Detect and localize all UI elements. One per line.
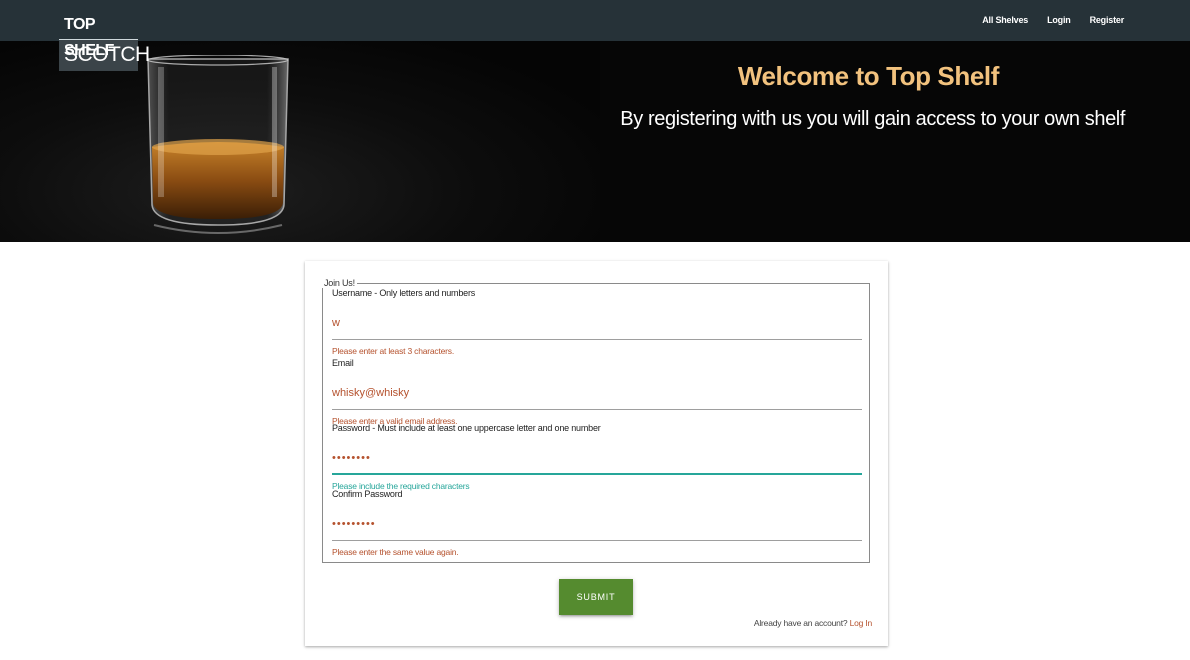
whisky-glass-image xyxy=(147,55,289,234)
registration-fieldset: Join Us! Username - Only letters and num… xyxy=(322,278,870,563)
brand-logo[interactable]: TOP SHELF SCOTCH xyxy=(59,12,150,71)
form-legend: Join Us! xyxy=(324,278,355,288)
nav-link-all-shelves[interactable]: All Shelves xyxy=(982,15,1028,25)
username-label: Username - Only letters and numbers xyxy=(332,288,476,298)
nav-link-register[interactable]: Register xyxy=(1090,15,1125,25)
username-input[interactable] xyxy=(332,307,862,340)
submit-button[interactable]: Submit xyxy=(559,579,633,615)
already-have-account: Already have an account? Log In xyxy=(754,618,872,628)
confirm-password-input[interactable] xyxy=(332,507,862,541)
registration-card: Join Us! Username - Only letters and num… xyxy=(305,261,888,646)
confirm-password-error: Please enter the same value again. xyxy=(332,546,459,557)
login-link[interactable]: Log In xyxy=(850,618,873,628)
nav-links: All Shelves Login Register xyxy=(982,15,1124,25)
hero-subtitle: By registering with us you will gain acc… xyxy=(620,108,1125,130)
password-input[interactable] xyxy=(332,442,862,475)
confirm-password-label: Confirm Password xyxy=(332,488,403,499)
email-label: Email xyxy=(332,357,354,368)
email-input[interactable] xyxy=(332,376,862,410)
logo-top-text: TOP SHELF xyxy=(64,16,114,59)
username-field-group: Username - Only letters and numbers Plea… xyxy=(332,288,862,356)
password-label: Password - Must include at least one upp… xyxy=(332,423,601,433)
hero-background xyxy=(0,41,600,242)
nav-link-login[interactable]: Login xyxy=(1047,15,1071,25)
hero-title: Welcome to Top Shelf xyxy=(737,61,1000,91)
confirm-password-field-group: Confirm Password Please enter the same v… xyxy=(332,485,862,557)
logo-bottom-text: SCOTCH xyxy=(59,39,150,71)
email-field-group: Email Please enter a valid email address… xyxy=(332,354,862,426)
already-have-account-text: Already have an account? xyxy=(753,618,848,628)
hero-banner: Welcome to Top Shelf By registering with… xyxy=(0,41,1190,242)
navbar: All Shelves Login Register xyxy=(0,0,1190,41)
password-field-group: Password - Must include at least one upp… xyxy=(332,419,862,491)
